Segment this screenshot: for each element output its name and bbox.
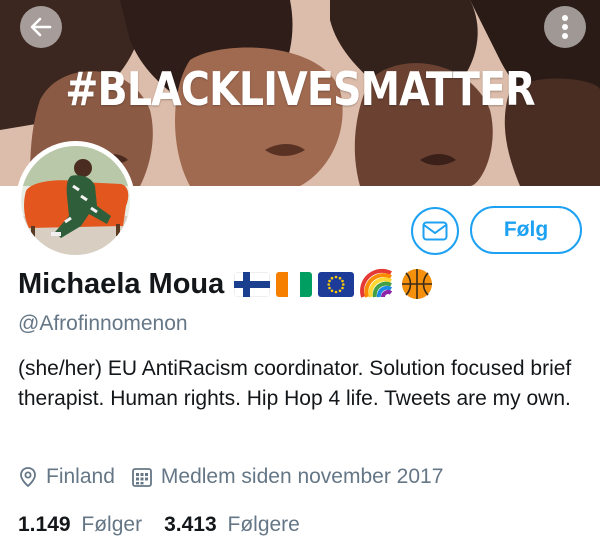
more-vertical-icon [562,15,568,39]
joined-item: Medlem siden november 2017 [131,465,444,489]
profile-bio: (she/her) EU AntiRacism coordinator. Sol… [18,357,572,410]
joined-text: Medlem siden november 2017 [160,465,444,488]
display-name: Michaela Moua [18,267,225,300]
eu-flag-icon [318,271,355,297]
back-button[interactable] [20,6,62,48]
avatar-photo [21,146,130,255]
profile-stats: 1.149 Følger 3.413 Følgere [18,510,322,540]
profile-meta: Finland Medlem siden november 2017 [18,462,459,492]
profile-avatar[interactable] [16,141,135,260]
more-options-button[interactable] [544,6,586,48]
followers-stat[interactable]: 3.413 Følgere [164,513,300,537]
name-row: Michaela Moua [18,264,440,304]
envelope-icon [422,221,448,241]
followers-label: Følgere [227,513,300,536]
location-item: Finland [18,465,115,489]
arrow-left-icon [30,17,52,37]
following-stat[interactable]: 1.149 Følger [18,513,142,537]
calendar-icon [131,468,152,487]
profile-handle: @Afrofinnomenon [18,312,188,335]
rainbow-icon [360,268,393,298]
following-count: 1.149 [18,513,71,536]
following-label: Følger [81,513,143,536]
followers-count: 3.413 [164,513,217,536]
follow-button[interactable]: Følg [470,206,582,254]
location-text: Finland [46,465,115,488]
name-emojis [234,267,440,301]
banner-hashtag: #BLACKLIVESMATTER [65,62,535,116]
location-pin-icon [20,467,36,488]
basketball-icon [402,269,433,299]
ivory-coast-flag-icon [276,271,313,297]
message-button[interactable] [411,207,459,255]
finland-flag-icon [234,271,271,297]
